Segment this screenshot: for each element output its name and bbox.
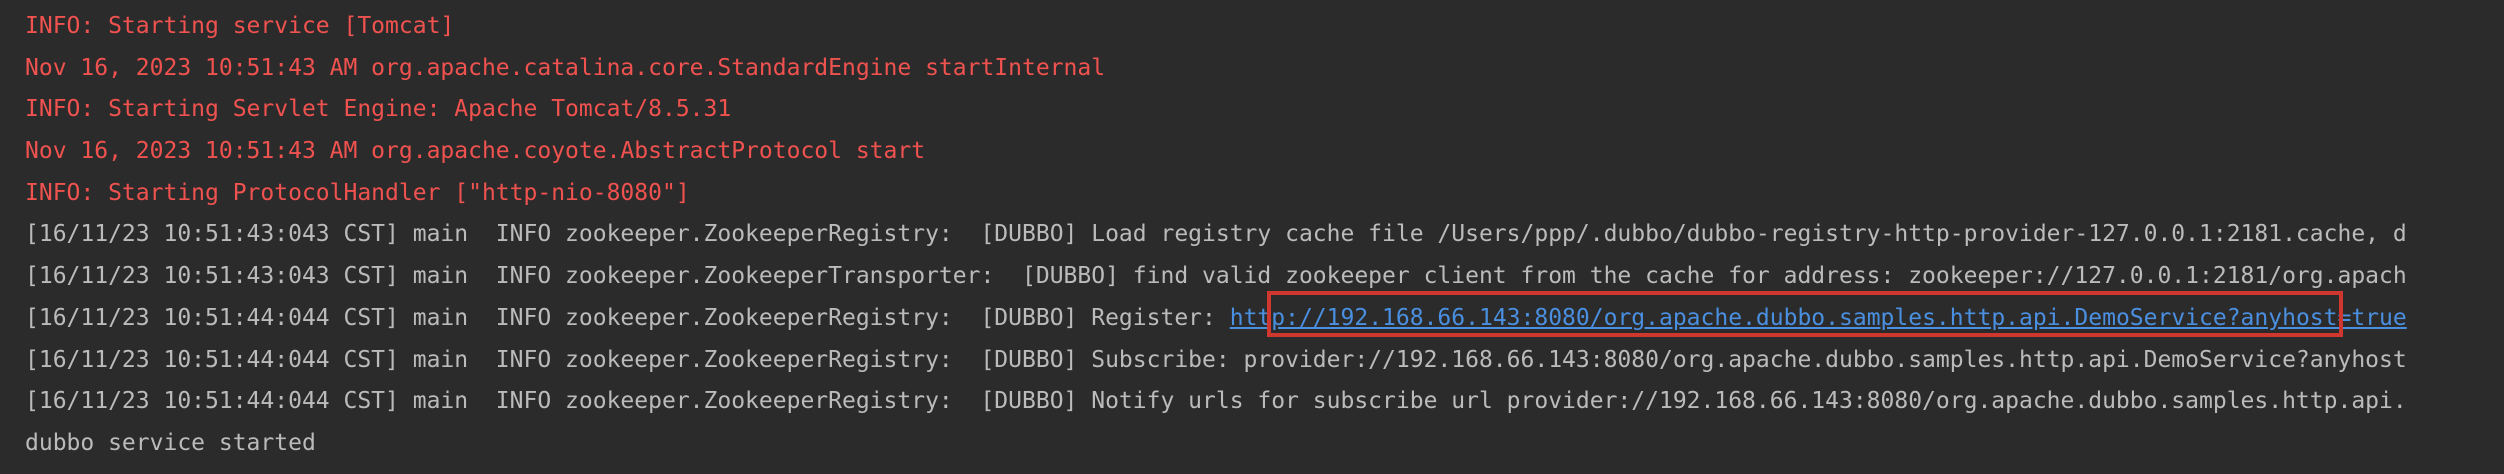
console-output[interactable]: INFO: Starting service [Tomcat] Nov 16, … [0,0,2504,474]
console-line: Nov 16, 2023 10:51:43 AM org.apache.coyo… [25,138,926,165]
console-line-register: [16/11/23 10:51:44:044 CST] main INFO zo… [25,298,2504,340]
console-line: [16/11/23 10:51:44:044 CST] main INFO zo… [25,388,2407,415]
console-line: INFO: Starting service [Tomcat] [25,13,455,39]
console-line: [16/11/23 10:51:43:043 CST] main INFO zo… [25,221,2407,248]
console-line: [16/11/23 10:51:43:043 CST] main INFO zo… [25,263,2407,290]
console-line: INFO: Starting ProtocolHandler ["http-ni… [25,179,690,206]
register-url-link[interactable]: http://192.168.66.143:8080/org.apache.du… [1230,305,2407,331]
console-line-prefix: [16/11/23 10:51:44:044 CST] main INFO zo… [25,304,1230,331]
console-line: Nov 16, 2023 10:51:43 AM org.apache.cata… [25,54,1106,81]
console-line: [16/11/23 10:51:44:044 CST] main INFO zo… [25,346,2407,373]
console-line: INFO: Starting Servlet Engine: Apache To… [25,96,732,123]
console-line: dubbo service started [25,429,316,456]
